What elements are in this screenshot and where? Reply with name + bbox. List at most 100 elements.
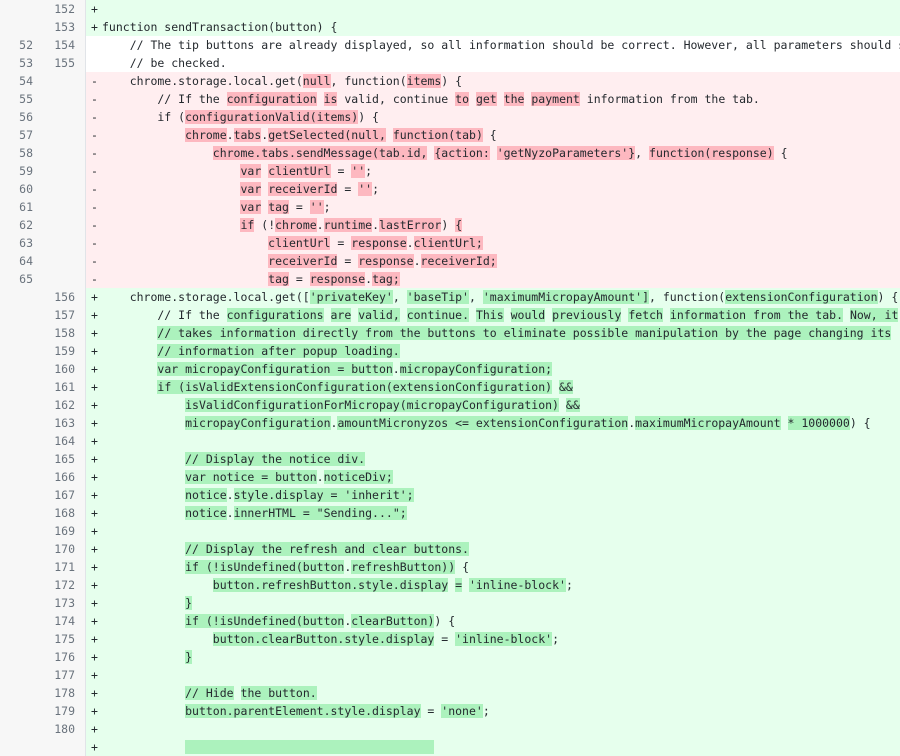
line-number-new[interactable] <box>43 108 86 126</box>
line-number-old[interactable] <box>0 306 43 324</box>
code-line[interactable]: } <box>102 594 900 612</box>
line-number-new[interactable]: 165 <box>43 450 86 468</box>
line-number-old[interactable]: 54 <box>0 72 43 90</box>
code-line[interactable]: button.clearButton.style.display = 'inli… <box>102 630 900 648</box>
line-number-old[interactable] <box>0 684 43 702</box>
diff-row[interactable]: 56 - if (configurationValid(items)) { <box>0 108 900 126</box>
code-line[interactable]: // Display the refresh and clear buttons… <box>102 540 900 558</box>
line-number-new[interactable]: 168 <box>43 504 86 522</box>
diff-row[interactable]: 178 + // Hide the button. <box>0 684 900 702</box>
line-number-old[interactable]: 57 <box>0 126 43 144</box>
diff-row[interactable]: 176 + } <box>0 648 900 666</box>
line-number-new[interactable]: 169 <box>43 522 86 540</box>
diff-row[interactable]: 65 - tag = response.tag; <box>0 270 900 288</box>
diff-row[interactable]: 161 + if (isValidExtensionConfiguration(e… <box>0 378 900 396</box>
line-number-new[interactable] <box>43 126 86 144</box>
line-number-new[interactable]: 172 <box>43 576 86 594</box>
line-number-new[interactable]: 161 <box>43 378 86 396</box>
line-number-old[interactable]: 58 <box>0 144 43 162</box>
line-number-new[interactable]: 174 <box>43 612 86 630</box>
line-number-old[interactable] <box>0 576 43 594</box>
code-line[interactable] <box>102 720 900 738</box>
code-line[interactable]: var tag = ''; <box>102 198 900 216</box>
line-number-new[interactable]: 164 <box>43 432 86 450</box>
line-number-old[interactable]: 61 <box>0 198 43 216</box>
line-number-old[interactable]: 60 <box>0 180 43 198</box>
line-number-new[interactable]: 156 <box>43 288 86 306</box>
code-line[interactable]: // Hide the button. <box>102 684 900 702</box>
diff-row[interactable]: 165 + // Display the notice div. <box>0 450 900 468</box>
diff-row[interactable]: 63 - clientUrl = response.clientUrl; <box>0 234 900 252</box>
line-number-old[interactable] <box>0 558 43 576</box>
code-line[interactable]: button.refreshButton.style.display = 'in… <box>102 576 900 594</box>
line-number-old[interactable]: 65 <box>0 270 43 288</box>
line-number-old[interactable] <box>0 486 43 504</box>
line-number-new[interactable] <box>43 252 86 270</box>
code-line[interactable]: if (isValidExtensionConfiguration(extens… <box>102 378 900 396</box>
line-number-old[interactable]: 52 <box>0 36 43 54</box>
diff-row[interactable]: 61 - var tag = ''; <box>0 198 900 216</box>
line-number-new[interactable]: 173 <box>43 594 86 612</box>
diff-row[interactable]: 62- if (!chrome.runtime.lastError) { <box>0 216 900 234</box>
code-line[interactable]: var clientUrl = ''; <box>102 162 900 180</box>
line-number-old[interactable] <box>0 666 43 684</box>
line-number-old[interactable] <box>0 540 43 558</box>
code-line[interactable]: notice.innerHTML = "Sending..."; <box>102 504 900 522</box>
diff-row[interactable]: 163 + micropayConfiguration.amountMicrony… <box>0 414 900 432</box>
diff-row[interactable]: 57- chrome.tabs.getSelected(null, functi… <box>0 126 900 144</box>
code-line[interactable]: chrome.storage.local.get(null, function(… <box>102 72 900 90</box>
diff-row[interactable]: 168 + notice.innerHTML = "Sending..."; <box>0 504 900 522</box>
line-number-old[interactable] <box>0 396 43 414</box>
code-line[interactable] <box>102 0 900 18</box>
code-line[interactable] <box>102 522 900 540</box>
diff-row[interactable]: 175 + button.clearButton.style.display = … <box>0 630 900 648</box>
diff-row[interactable]: 58 - chrome.tabs.sendMessage(tab.id, {act… <box>0 144 900 162</box>
code-line[interactable]: button.parentElement.style.display = 'no… <box>102 702 900 720</box>
code-line[interactable]: // Display the notice div. <box>102 450 900 468</box>
code-line[interactable]: chrome.tabs.sendMessage(tab.id, {action:… <box>102 144 900 162</box>
line-number-old[interactable] <box>0 720 43 738</box>
diff-row[interactable]: 59 - var clientUrl = ''; <box>0 162 900 180</box>
code-line[interactable]: // If the configuration is valid, contin… <box>102 90 900 108</box>
diff-row[interactable]: 157 + // If the configurations are valid,… <box>0 306 900 324</box>
line-number-old[interactable]: 53 <box>0 54 43 72</box>
line-number-old[interactable] <box>0 18 43 36</box>
line-number-old[interactable] <box>0 504 43 522</box>
line-number-new[interactable] <box>43 144 86 162</box>
code-line[interactable]: notice.style.display = 'inherit'; <box>102 486 900 504</box>
line-number-old[interactable] <box>0 594 43 612</box>
code-line[interactable]: isValidConfigurationForMicropay(micropay… <box>102 396 900 414</box>
diff-row[interactable]: 152 + <box>0 0 900 18</box>
line-number-new[interactable]: 177 <box>43 666 86 684</box>
line-number-old[interactable] <box>0 324 43 342</box>
code-line[interactable]: chrome.storage.local.get(['privateKey' , … <box>102 288 900 306</box>
line-number-old[interactable] <box>0 648 43 666</box>
line-number-old[interactable] <box>0 360 43 378</box>
line-number-old[interactable] <box>0 378 43 396</box>
diff-row[interactable]: 64 - receiverId = response.receiverId; <box>0 252 900 270</box>
line-number-new[interactable]: 155 <box>43 54 86 72</box>
line-number-new[interactable] <box>43 90 86 108</box>
code-line[interactable] <box>102 738 900 756</box>
code-line[interactable]: var notice = button.noticeDiv; <box>102 468 900 486</box>
line-number-new[interactable]: 171 <box>43 558 86 576</box>
diff-row[interactable]: 169 + <box>0 522 900 540</box>
line-number-new[interactable]: 154 <box>43 36 86 54</box>
diff-row[interactable]: 180 + <box>0 720 900 738</box>
diff-row[interactable]: 167 + notice.style.display = 'inherit'; <box>0 486 900 504</box>
line-number-old[interactable]: 62 <box>0 216 43 234</box>
diff-row[interactable]: 60 - var receiverId = ''; <box>0 180 900 198</box>
diff-row[interactable]: 172 + button.refreshButton.style.display … <box>0 576 900 594</box>
line-number-new[interactable]: 167 <box>43 486 86 504</box>
code-line[interactable]: if (!isUndefined(button.clearButton)) { <box>102 612 900 630</box>
line-number-old[interactable] <box>0 702 43 720</box>
line-number-new[interactable] <box>43 162 86 180</box>
line-number-old[interactable] <box>0 288 43 306</box>
line-number-old[interactable] <box>0 630 43 648</box>
line-number-new[interactable]: 176 <box>43 648 86 666</box>
code-line[interactable]: var micropayConfiguration = button.micro… <box>102 360 900 378</box>
line-number-new[interactable]: 159 <box>43 342 86 360</box>
diff-row[interactable]: 160 + var micropayConfiguration = button.… <box>0 360 900 378</box>
code-line[interactable]: if (configurationValid(items)) { <box>102 108 900 126</box>
diff-row[interactable]: 179 + button.parentElement.style.display … <box>0 702 900 720</box>
